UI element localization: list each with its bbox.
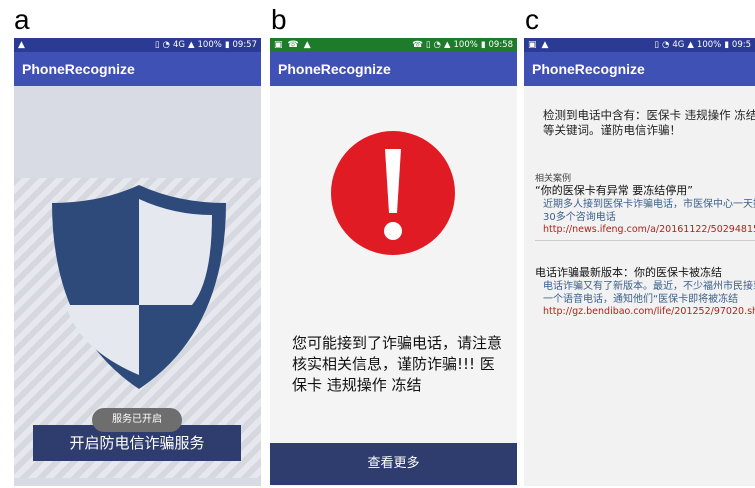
divider <box>535 240 755 241</box>
case-description: 电话诈骗又有了新版本。最近，不少福州市民接到一个语音电话，通知他们“医保卡即将被… <box>543 281 755 305</box>
vibrate-icon: ▯ <box>154 40 160 50</box>
main-content: 服务已开启 开启防电信诈骗服务 <box>14 86 261 486</box>
status-bar: ▲ ▯ ◔ 4G ▲ 100% ▮ 09:57 <box>14 38 261 52</box>
signal-icon: ▲ <box>443 40 451 50</box>
main-content: 检测到电话中含有：医保卡 违规操作 冻结等关键词。谨防电信诈骗！ 相关案例 “你… <box>524 86 755 486</box>
panel-label-a: a <box>14 4 30 35</box>
case-item[interactable]: “你的医保卡有异常 要冻结停用” 近期多人接到医保卡诈骗电话，市医保中心一天接3… <box>535 184 755 241</box>
call-icon: ☎ <box>412 40 423 50</box>
screenshot-icon: ▣ <box>274 40 283 50</box>
case-link[interactable]: http://news.ifeng.com/a/20161122/5029481… <box>535 224 755 236</box>
detected-keywords-text: 检测到电话中含有：医保卡 违规操作 冻结等关键词。谨防电信诈骗！ <box>543 108 755 137</box>
android-icon: ▲ <box>18 40 25 50</box>
vibrate-icon: ▯ <box>654 40 659 50</box>
battery-percent: 100% <box>197 40 222 50</box>
case-description: 近期多人接到医保卡诈骗电话，市医保中心一天接30多个咨询电话 <box>543 199 755 223</box>
case-title: “你的医保卡有异常 要冻结停用” <box>535 184 693 197</box>
clock: 09:58 <box>488 40 514 50</box>
shield-icon <box>52 185 226 389</box>
battery-icon: ▮ <box>480 40 486 50</box>
case-link[interactable]: http://gz.bendibao.com/life/201252/97020… <box>535 306 755 318</box>
case-item[interactable]: 电话诈骗最新版本：你的医保卡被冻结 电话诈骗又有了新版本。最近，不少福州市民接到… <box>535 266 755 318</box>
screenshot-icon: ▣ <box>528 40 537 50</box>
phone-screen-b: ▣ ☎ ▲ ☎ ▯ ◔ ▲ 100% ▮ 09:58 PhoneRecogniz… <box>270 38 517 486</box>
signal-icon: ▲ <box>687 40 694 50</box>
view-more-button[interactable]: 查看更多 <box>270 443 517 485</box>
signal-type: 4G <box>172 40 185 50</box>
phone-call-icon: ☎ <box>287 40 299 50</box>
related-cases-label: 相关案例 <box>535 174 572 184</box>
status-bar: ▣ ▲ ▯ ◔ 4G ▲ 100% ▮ 09:5 <box>524 38 755 52</box>
signal-icon: ▲ <box>187 40 195 50</box>
clock: 09:57 <box>232 40 258 50</box>
wifi-icon: ◔ <box>433 40 441 50</box>
wifi-icon: ◔ <box>162 40 170 50</box>
main-content: 您可能接到了诈骗电话，请注意核实相关信息，谨防诈骗!!! 医保卡 违规操作 冻结… <box>270 86 517 486</box>
vibrate-icon: ▯ <box>425 40 431 50</box>
battery-percent: 100% <box>453 40 478 50</box>
app-title: PhoneRecognize <box>14 52 261 86</box>
panel-label-c: c <box>525 4 539 35</box>
wifi-icon: ◔ <box>661 40 670 50</box>
android-icon: ▲ <box>303 40 311 50</box>
fraud-warning-message: 您可能接到了诈骗电话，请注意核实相关信息，谨防诈骗!!! 医保卡 违规操作 冻结 <box>292 334 503 394</box>
app-title: PhoneRecognize <box>270 52 517 86</box>
signal-type: 4G <box>672 40 685 50</box>
warning-icon <box>331 131 455 255</box>
battery-icon: ▮ <box>224 40 230 50</box>
battery-icon: ▮ <box>724 40 729 50</box>
phone-screen-c: ▣ ▲ ▯ ◔ 4G ▲ 100% ▮ 09:5 PhoneRecognize … <box>524 38 755 486</box>
clock: 09:5 <box>731 40 751 50</box>
case-title: 电话诈骗最新版本：你的医保卡被冻结 <box>535 266 722 279</box>
panel-label-b: b <box>271 4 287 35</box>
status-bar: ▣ ☎ ▲ ☎ ▯ ◔ ▲ 100% ▮ 09:58 <box>270 38 517 52</box>
phone-screen-a: ▲ ▯ ◔ 4G ▲ 100% ▮ 09:57 PhoneRecognize 服… <box>14 38 261 486</box>
battery-percent: 100% <box>696 40 722 50</box>
android-icon: ▲ <box>541 40 549 50</box>
toast-message: 服务已开启 <box>92 408 182 432</box>
app-title: PhoneRecognize <box>524 52 755 86</box>
